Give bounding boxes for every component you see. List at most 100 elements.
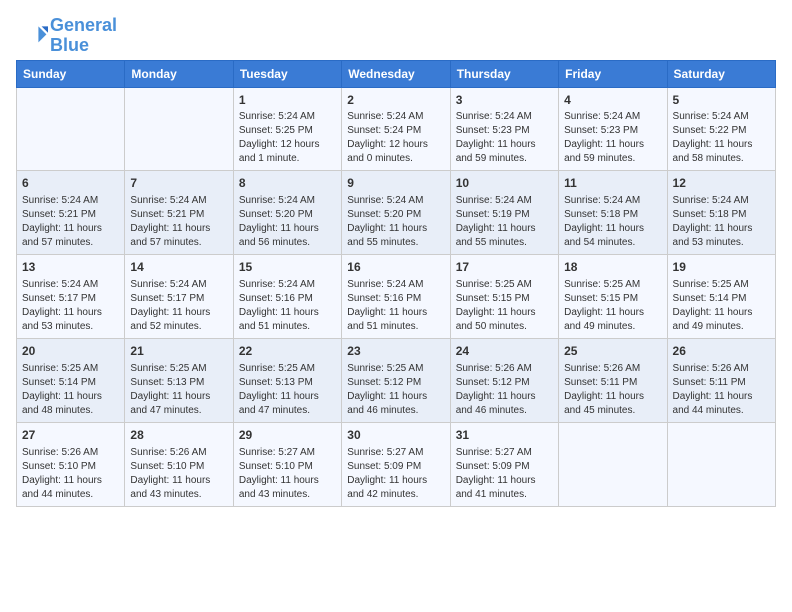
calendar-cell: 26 Sunrise: 5:26 AM Sunset: 5:11 PM Dayli…: [667, 338, 775, 422]
day-number: 7: [130, 175, 227, 192]
calendar-body: 1Sunrise: 5:24 AM Sunset: 5:25 PM Daylig…: [17, 87, 776, 506]
day-info: Sunrise: 5:25 AM Sunset: 5:14 PM Dayligh…: [673, 278, 770, 334]
calendar-cell: 27 Sunrise: 5:26 AM Sunset: 5:10 PM Dayli…: [17, 422, 125, 506]
calendar-cell: 23Sunrise: 5:25 AM Sunset: 5:12 PM Dayli…: [342, 338, 450, 422]
header-row: SundayMondayTuesdayWednesdayThursdayFrid…: [17, 60, 776, 87]
day-info: Sunrise: 5:24 AM Sunset: 5:25 PM Dayligh…: [239, 110, 336, 166]
calendar-cell: 18 Sunrise: 5:25 AM Sunset: 5:15 PM Dayli…: [559, 255, 667, 339]
day-number: 8: [239, 175, 336, 192]
calendar-cell: 2Sunrise: 5:24 AM Sunset: 5:24 PM Daylig…: [342, 87, 450, 171]
day-number: 12: [673, 175, 770, 192]
day-info: Sunrise: 5:24 AM Sunset: 5:24 PM Dayligh…: [347, 110, 444, 166]
calendar-cell: 12Sunrise: 5:24 AM Sunset: 5:18 PM Dayli…: [667, 171, 775, 255]
day-number: 25: [564, 343, 661, 360]
day-info: Sunrise: 5:25 AM Sunset: 5:15 PM Dayligh…: [456, 278, 553, 334]
calendar-cell: 5Sunrise: 5:24 AM Sunset: 5:22 PM Daylig…: [667, 87, 775, 171]
day-number: 18: [564, 259, 661, 276]
day-info: Sunrise: 5:26 AM Sunset: 5:10 PM Dayligh…: [130, 446, 227, 502]
day-number: 17: [456, 259, 553, 276]
day-number: 13: [22, 259, 119, 276]
calendar-cell: [667, 422, 775, 506]
day-number: 16: [347, 259, 444, 276]
week-row-2: 13 Sunrise: 5:24 AM Sunset: 5:17 PM Dayli…: [17, 255, 776, 339]
day-number: 6: [22, 175, 119, 192]
day-info: Sunrise: 5:24 AM Sunset: 5:20 PM Dayligh…: [347, 194, 444, 250]
calendar-cell: 4Sunrise: 5:24 AM Sunset: 5:23 PM Daylig…: [559, 87, 667, 171]
day-info: Sunrise: 5:24 AM Sunset: 5:22 PM Dayligh…: [673, 110, 770, 166]
calendar-cell: 28 Sunrise: 5:26 AM Sunset: 5:10 PM Dayli…: [125, 422, 233, 506]
header-cell-tuesday: Tuesday: [233, 60, 341, 87]
day-info: Sunrise: 5:27 AM Sunset: 5:10 PM Dayligh…: [239, 446, 336, 502]
calendar-cell: [125, 87, 233, 171]
day-info: Sunrise: 5:25 AM Sunset: 5:15 PM Dayligh…: [564, 278, 661, 334]
day-info: Sunrise: 5:26 AM Sunset: 5:10 PM Dayligh…: [22, 446, 119, 502]
day-info: Sunrise: 5:27 AM Sunset: 5:09 PM Dayligh…: [456, 446, 553, 502]
logo-text: General Blue: [50, 16, 117, 56]
day-info: Sunrise: 5:27 AM Sunset: 5:09 PM Dayligh…: [347, 446, 444, 502]
day-info: Sunrise: 5:24 AM Sunset: 5:17 PM Dayligh…: [22, 278, 119, 334]
logo: General Blue: [16, 16, 117, 56]
day-number: 28: [130, 427, 227, 444]
week-row-4: 27 Sunrise: 5:26 AM Sunset: 5:10 PM Dayli…: [17, 422, 776, 506]
page-header: General Blue: [16, 16, 776, 56]
day-info: Sunrise: 5:25 AM Sunset: 5:13 PM Dayligh…: [130, 362, 227, 418]
day-number: 26: [673, 343, 770, 360]
day-number: 3: [456, 92, 553, 109]
day-number: 15: [239, 259, 336, 276]
calendar-cell: 3Sunrise: 5:24 AM Sunset: 5:23 PM Daylig…: [450, 87, 558, 171]
day-number: 21: [130, 343, 227, 360]
day-number: 24: [456, 343, 553, 360]
day-number: 9: [347, 175, 444, 192]
calendar-cell: 21 Sunrise: 5:25 AM Sunset: 5:13 PM Dayli…: [125, 338, 233, 422]
day-info: Sunrise: 5:24 AM Sunset: 5:16 PM Dayligh…: [239, 278, 336, 334]
header-cell-friday: Friday: [559, 60, 667, 87]
week-row-3: 20Sunrise: 5:25 AM Sunset: 5:14 PM Dayli…: [17, 338, 776, 422]
calendar-cell: 17 Sunrise: 5:25 AM Sunset: 5:15 PM Dayli…: [450, 255, 558, 339]
header-cell-sunday: Sunday: [17, 60, 125, 87]
day-info: Sunrise: 5:24 AM Sunset: 5:16 PM Dayligh…: [347, 278, 444, 334]
day-number: 29: [239, 427, 336, 444]
day-number: 2: [347, 92, 444, 109]
calendar-cell: 14 Sunrise: 5:24 AM Sunset: 5:17 PM Dayli…: [125, 255, 233, 339]
day-info: Sunrise: 5:26 AM Sunset: 5:11 PM Dayligh…: [564, 362, 661, 418]
calendar-cell: 9 Sunrise: 5:24 AM Sunset: 5:20 PM Daylig…: [342, 171, 450, 255]
day-info: Sunrise: 5:25 AM Sunset: 5:13 PM Dayligh…: [239, 362, 336, 418]
calendar-cell: 8 Sunrise: 5:24 AM Sunset: 5:20 PM Daylig…: [233, 171, 341, 255]
calendar-cell: [559, 422, 667, 506]
day-number: 19: [673, 259, 770, 276]
day-info: Sunrise: 5:24 AM Sunset: 5:23 PM Dayligh…: [564, 110, 661, 166]
logo-icon: [16, 20, 48, 52]
week-row-1: 6 Sunrise: 5:24 AM Sunset: 5:21 PM Daylig…: [17, 171, 776, 255]
day-number: 20: [22, 343, 119, 360]
calendar-cell: 16 Sunrise: 5:24 AM Sunset: 5:16 PM Dayli…: [342, 255, 450, 339]
day-info: Sunrise: 5:24 AM Sunset: 5:20 PM Dayligh…: [239, 194, 336, 250]
day-number: 22: [239, 343, 336, 360]
calendar-cell: 1Sunrise: 5:24 AM Sunset: 5:25 PM Daylig…: [233, 87, 341, 171]
day-info: Sunrise: 5:24 AM Sunset: 5:19 PM Dayligh…: [456, 194, 553, 250]
day-number: 23: [347, 343, 444, 360]
calendar-cell: 24Sunrise: 5:26 AM Sunset: 5:12 PM Dayli…: [450, 338, 558, 422]
header-cell-monday: Monday: [125, 60, 233, 87]
day-info: Sunrise: 5:24 AM Sunset: 5:23 PM Dayligh…: [456, 110, 553, 166]
header-cell-saturday: Saturday: [667, 60, 775, 87]
calendar-cell: 11Sunrise: 5:24 AM Sunset: 5:18 PM Dayli…: [559, 171, 667, 255]
day-info: Sunrise: 5:24 AM Sunset: 5:21 PM Dayligh…: [22, 194, 119, 250]
calendar-cell: [17, 87, 125, 171]
day-number: 5: [673, 92, 770, 109]
calendar-cell: 13 Sunrise: 5:24 AM Sunset: 5:17 PM Dayli…: [17, 255, 125, 339]
day-number: 27: [22, 427, 119, 444]
day-number: 14: [130, 259, 227, 276]
calendar-table: SundayMondayTuesdayWednesdayThursdayFrid…: [16, 60, 776, 507]
calendar-header: SundayMondayTuesdayWednesdayThursdayFrid…: [17, 60, 776, 87]
calendar-cell: 20Sunrise: 5:25 AM Sunset: 5:14 PM Dayli…: [17, 338, 125, 422]
day-info: Sunrise: 5:24 AM Sunset: 5:17 PM Dayligh…: [130, 278, 227, 334]
day-number: 30: [347, 427, 444, 444]
calendar-cell: 10 Sunrise: 5:24 AM Sunset: 5:19 PM Dayli…: [450, 171, 558, 255]
day-number: 10: [456, 175, 553, 192]
day-info: Sunrise: 5:24 AM Sunset: 5:18 PM Dayligh…: [564, 194, 661, 250]
header-cell-thursday: Thursday: [450, 60, 558, 87]
calendar-cell: 30 Sunrise: 5:27 AM Sunset: 5:09 PM Dayli…: [342, 422, 450, 506]
calendar-cell: 19 Sunrise: 5:25 AM Sunset: 5:14 PM Dayli…: [667, 255, 775, 339]
day-info: Sunrise: 5:26 AM Sunset: 5:11 PM Dayligh…: [673, 362, 770, 418]
calendar-cell: 29 Sunrise: 5:27 AM Sunset: 5:10 PM Dayli…: [233, 422, 341, 506]
